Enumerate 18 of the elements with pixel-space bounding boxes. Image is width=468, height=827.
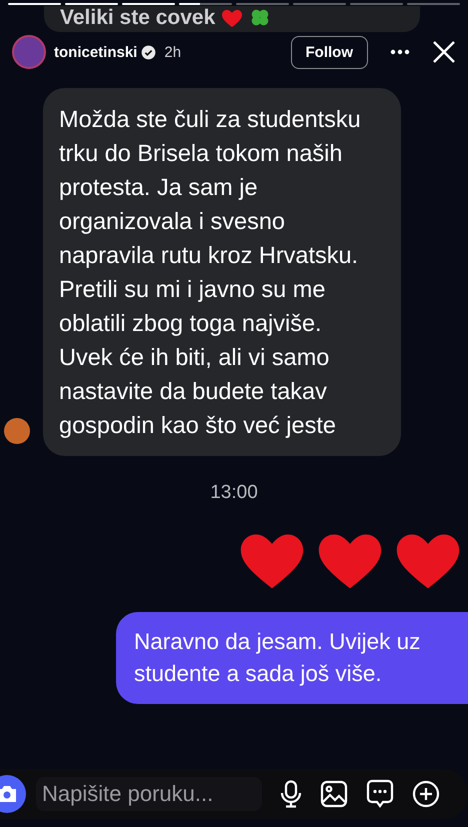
heart-icon (221, 8, 244, 28)
post-time: 2h (164, 44, 182, 60)
image-icon[interactable] (320, 780, 348, 808)
chat-bubble-icon[interactable] (366, 779, 394, 809)
follow-button[interactable]: Follow (290, 36, 368, 68)
username[interactable]: tonicetinski (54, 44, 138, 60)
profile-avatar[interactable] (12, 35, 46, 69)
message-input-field[interactable]: Napišite poruku... (36, 777, 262, 811)
microphone-icon[interactable] (280, 780, 302, 808)
close-icon[interactable] (432, 40, 456, 64)
camera-icon (0, 785, 18, 803)
add-icon[interactable] (412, 780, 440, 808)
sender-avatar (4, 418, 30, 444)
message-timestamp: 13:00 (209, 482, 259, 504)
more-icon[interactable] (390, 49, 410, 55)
message-bubble: Možda ste čuli za studentsku trku do Brisela tokom naših protesta. Ja sam je organizovala i svesno napravila rutu kroz Hrvatsku. Pretili su mi i javno su me oblatili zbog toga najviše. Uvek će ih biti, ali vi samo nastavite da budete takav gospodin kao što već jeste (43, 88, 401, 456)
message-bubble: Naravno da jesam. Uvijek uz studente a sada još više. (116, 612, 468, 704)
story-reply-text: Veliki ste covek (60, 6, 216, 30)
